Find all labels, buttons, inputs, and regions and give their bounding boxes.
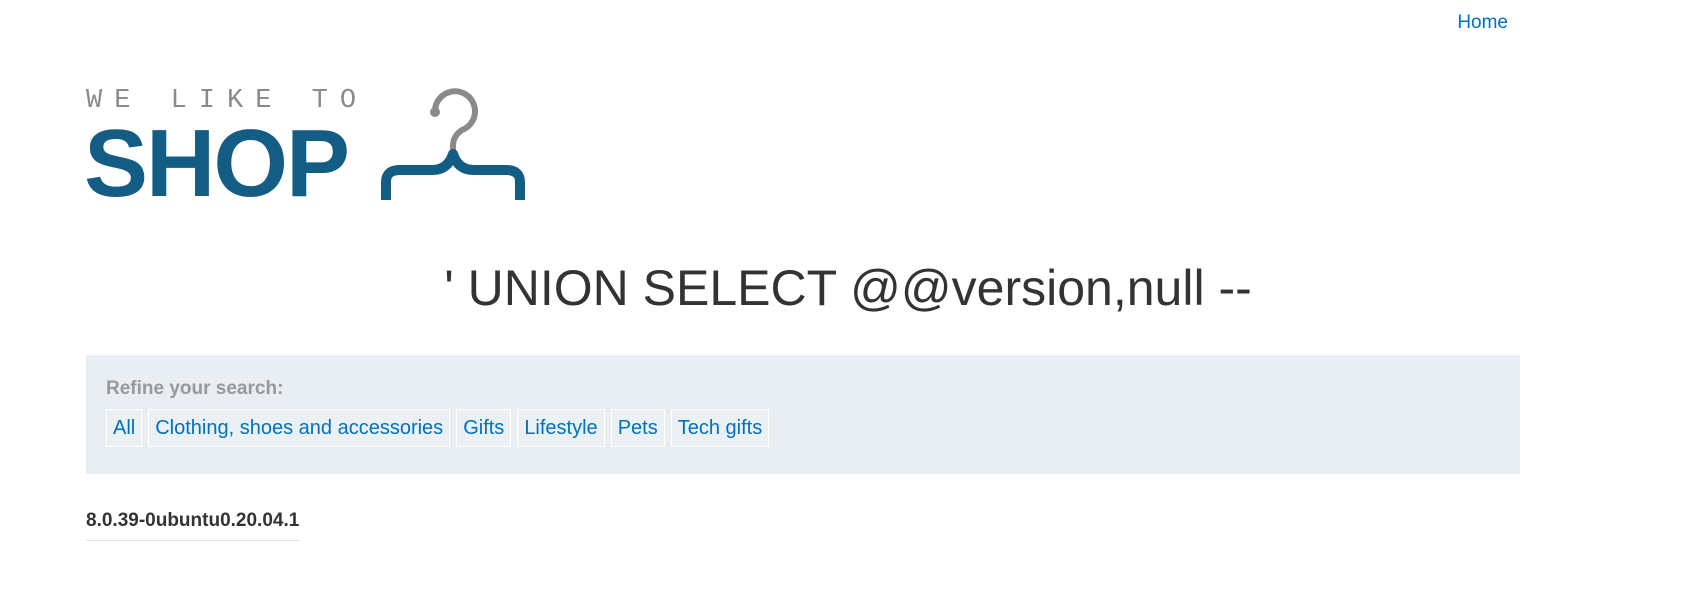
filter-tag-lifestyle[interactable]: Lifestyle [517, 409, 605, 447]
top-nav: Home [1457, 12, 1508, 34]
filter-tags: All Clothing, shoes and accessories Gift… [106, 409, 1500, 447]
page-title: ' UNION SELECT @@version,null -- [444, 260, 1252, 316]
filter-tag-clothing[interactable]: Clothing, shoes and accessories [148, 409, 451, 447]
logo-word: SHOP [84, 110, 350, 217]
filter-title: Refine your search: [106, 378, 284, 399]
filter-panel: Refine your search: All Clothing, shoes … [86, 355, 1520, 474]
shop-logo[interactable]: WE LIKE TO SHOP [84, 82, 534, 212]
filter-tag-pets[interactable]: Pets [610, 409, 665, 447]
filter-tag-all[interactable]: All [106, 409, 143, 447]
home-link[interactable]: Home [1457, 12, 1508, 33]
hanger-icon [381, 88, 525, 200]
result-value: 8.0.39-0ubuntu0.20.04.1 [86, 510, 300, 531]
filter-tag-gifts[interactable]: Gifts [456, 409, 512, 447]
page: Home WE LIKE TO SHOP ' UNION SELECT @@ve… [0, 0, 1696, 612]
result-row: 8.0.39-0ubuntu0.20.04.1 [86, 510, 300, 541]
filter-tag-tech-gifts[interactable]: Tech gifts [670, 409, 770, 447]
